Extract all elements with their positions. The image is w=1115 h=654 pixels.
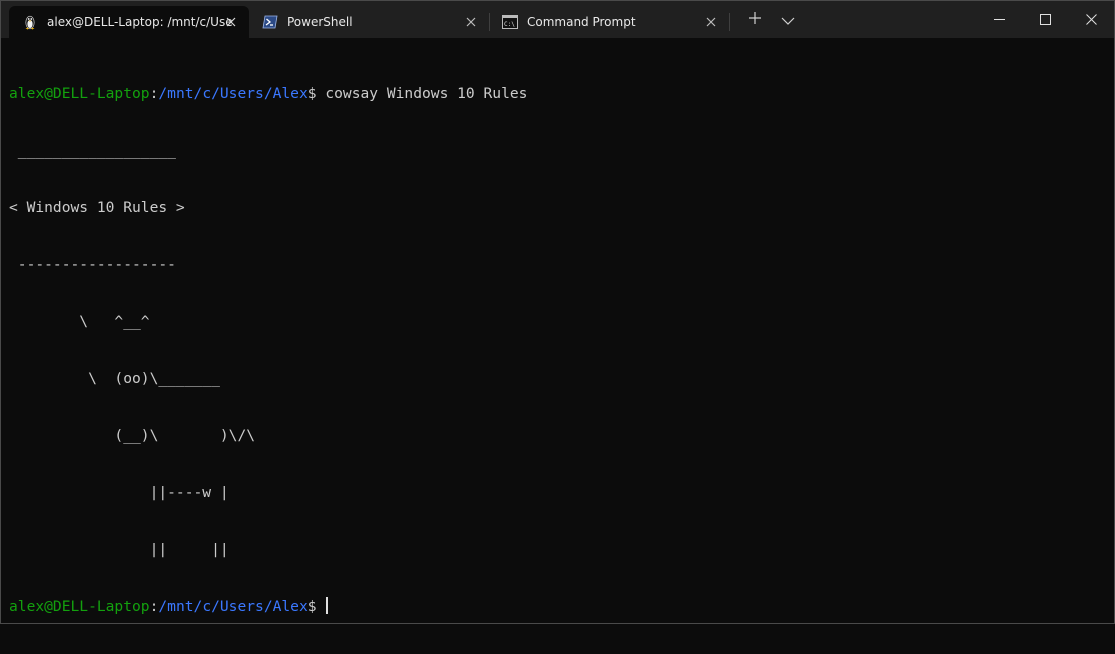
tab-close-icon[interactable] bbox=[463, 14, 479, 30]
tab-title: Command Prompt bbox=[527, 15, 636, 29]
output-line: (__)\ )\/\ bbox=[9, 427, 256, 444]
linux-penguin-icon bbox=[22, 14, 38, 30]
tab-close-icon[interactable] bbox=[223, 14, 239, 30]
tab-dropdown-button[interactable] bbox=[774, 1, 802, 38]
prompt-symbol: $ bbox=[307, 598, 326, 615]
prompt-user: alex@DELL-Laptop bbox=[9, 598, 150, 615]
minimize-button[interactable] bbox=[976, 1, 1022, 38]
prompt-user: alex@DELL-Laptop bbox=[9, 85, 150, 102]
output-line: \ (oo)\_______ bbox=[9, 370, 220, 387]
output-line: \ ^__^ bbox=[9, 313, 150, 330]
close-button[interactable] bbox=[1068, 1, 1114, 38]
prompt-symbol: $ bbox=[307, 85, 326, 102]
output-line: || || bbox=[9, 541, 229, 558]
chevron-down-icon bbox=[781, 10, 795, 29]
tab-command-prompt[interactable]: C:\ Command Prompt bbox=[489, 6, 729, 38]
terminal-output[interactable]: alex@DELL-Laptop:/mnt/c/Users/Alex$ cows… bbox=[9, 46, 527, 654]
prompt-path: /mnt/c/Users/Alex bbox=[158, 85, 308, 102]
output-line: ||----w | bbox=[9, 484, 229, 501]
prompt-line[interactable]: alex@DELL-Laptop:/mnt/c/Users/Alex$ bbox=[9, 597, 527, 616]
output-line: < Windows 10 Rules > bbox=[9, 199, 185, 216]
command-line: alex@DELL-Laptop:/mnt/c/Users/Alex$ cows… bbox=[9, 84, 527, 103]
plus-icon bbox=[748, 10, 762, 29]
tab-separator bbox=[729, 13, 730, 31]
tab-title: PowerShell bbox=[287, 15, 353, 29]
svg-text:C:\: C:\ bbox=[504, 21, 515, 28]
tab-close-icon[interactable] bbox=[703, 14, 719, 30]
output-line: ------------------ bbox=[9, 256, 176, 273]
tab-powershell[interactable]: PowerShell bbox=[249, 6, 489, 38]
maximize-icon bbox=[1039, 10, 1051, 29]
tab-linux[interactable]: alex@DELL-Laptop: /mnt/c/Use bbox=[9, 6, 249, 38]
command-text: cowsay Windows 10 Rules bbox=[325, 85, 528, 102]
close-icon bbox=[1085, 10, 1097, 29]
output-line: __________________ bbox=[9, 142, 176, 159]
terminal-window: alex@DELL-Laptop: /mnt/c/Use PowerShell bbox=[0, 0, 1115, 624]
text-cursor bbox=[326, 597, 329, 614]
cmd-icon: C:\ bbox=[502, 14, 518, 30]
prompt-path: /mnt/c/Users/Alex bbox=[158, 598, 308, 615]
minimize-icon bbox=[993, 10, 1005, 29]
title-bar: alex@DELL-Laptop: /mnt/c/Use PowerShell bbox=[1, 1, 1114, 38]
tab-title: alex@DELL-Laptop: /mnt/c/Use bbox=[47, 15, 233, 29]
new-tab-button[interactable] bbox=[741, 1, 769, 38]
maximize-button[interactable] bbox=[1022, 1, 1068, 38]
powershell-icon bbox=[262, 14, 278, 30]
